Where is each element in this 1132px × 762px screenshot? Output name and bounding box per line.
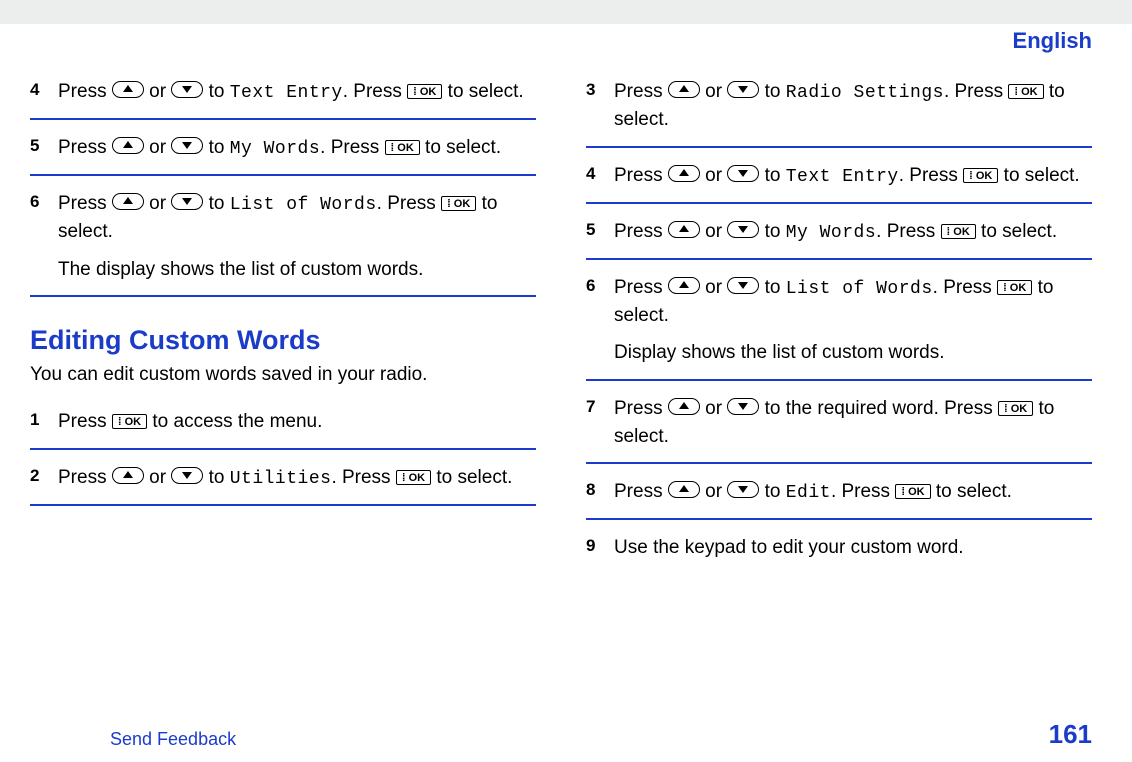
down-arrow-icon bbox=[171, 467, 203, 484]
step-text: Press or to Text Entry. Press ⁞ OK to se… bbox=[614, 162, 1092, 190]
down-arrow-icon bbox=[171, 193, 203, 210]
menu-item: My Words bbox=[230, 139, 320, 159]
step-row: 8 Press or to Edit. Press ⁞ OK to select… bbox=[586, 464, 1092, 520]
ok-button-icon: ⁞ OK bbox=[441, 196, 476, 211]
step-row: 5 Press or to My Words. Press ⁞ OK to se… bbox=[586, 204, 1092, 260]
step-row: 7 Press or to the required word. Press ⁞… bbox=[586, 381, 1092, 464]
page-number: 161 bbox=[1049, 719, 1092, 750]
up-arrow-icon bbox=[112, 193, 144, 210]
down-arrow-icon bbox=[727, 81, 759, 98]
step-text: Press ⁞ OK to access the menu. bbox=[58, 408, 536, 436]
step-number: 7 bbox=[586, 395, 614, 450]
step-number: 6 bbox=[30, 190, 58, 283]
right-column: 3 Press or to Radio Settings. Press ⁞ OK… bbox=[586, 64, 1092, 574]
down-arrow-icon bbox=[727, 277, 759, 294]
up-arrow-icon bbox=[668, 221, 700, 238]
ok-button-icon: ⁞ OK bbox=[407, 84, 442, 99]
step-text: Use the keypad to edit your custom word. bbox=[614, 534, 1092, 562]
up-arrow-icon bbox=[668, 398, 700, 415]
up-arrow-icon bbox=[112, 137, 144, 154]
ok-button-icon: ⁞ OK bbox=[1008, 84, 1043, 99]
up-arrow-icon bbox=[112, 81, 144, 98]
up-arrow-icon bbox=[112, 467, 144, 484]
step-row: 4 Press or to Text Entry. Press ⁞ OK to … bbox=[30, 64, 536, 120]
ok-button-icon: ⁞ OK bbox=[998, 401, 1033, 416]
down-arrow-icon bbox=[171, 81, 203, 98]
step-row: 3 Press or to Radio Settings. Press ⁞ OK… bbox=[586, 64, 1092, 148]
step-number: 6 bbox=[586, 274, 614, 367]
down-arrow-icon bbox=[171, 137, 203, 154]
step-text: Press or to Text Entry. Press ⁞ OK to se… bbox=[58, 78, 536, 106]
section-intro: You can edit custom words saved in your … bbox=[30, 364, 536, 386]
step-extra: The display shows the list of custom wor… bbox=[58, 256, 536, 284]
up-arrow-icon bbox=[668, 277, 700, 294]
step-text: Press or to Radio Settings. Press ⁞ OK t… bbox=[614, 78, 1092, 134]
step-row: 6 Press or to List of Words. Press ⁞ OK … bbox=[30, 176, 536, 297]
step-text: Press or to List of Words. Press ⁞ OK to… bbox=[58, 190, 536, 283]
step-text: Press or to Edit. Press ⁞ OK to select. bbox=[614, 478, 1092, 506]
step-extra: Display shows the list of custom words. bbox=[614, 339, 1092, 367]
step-row: 4 Press or to Text Entry. Press ⁞ OK to … bbox=[586, 148, 1092, 204]
step-number: 2 bbox=[30, 464, 58, 492]
ok-button-icon: ⁞ OK bbox=[112, 414, 147, 429]
menu-item: Text Entry bbox=[230, 83, 343, 103]
step-text: Press or to the required word. Press ⁞ O… bbox=[614, 395, 1092, 450]
page-footer: Send Feedback 161 bbox=[0, 719, 1132, 750]
up-arrow-icon bbox=[668, 481, 700, 498]
down-arrow-icon bbox=[727, 398, 759, 415]
step-number: 5 bbox=[30, 134, 58, 162]
menu-item: Edit bbox=[786, 483, 831, 503]
step-number: 3 bbox=[586, 78, 614, 134]
step-row: 1 Press ⁞ OK to access the menu. bbox=[30, 394, 536, 450]
up-arrow-icon bbox=[668, 165, 700, 182]
menu-item: List of Words bbox=[786, 279, 933, 299]
language-label: English bbox=[0, 24, 1132, 54]
page-content: 4 Press or to Text Entry. Press ⁞ OK to … bbox=[0, 54, 1132, 574]
left-column: 4 Press or to Text Entry. Press ⁞ OK to … bbox=[30, 64, 536, 574]
ok-button-icon: ⁞ OK bbox=[997, 280, 1032, 295]
window-chrome bbox=[0, 0, 1132, 24]
step-number: 9 bbox=[586, 534, 614, 562]
down-arrow-icon bbox=[727, 481, 759, 498]
send-feedback-link[interactable]: Send Feedback bbox=[110, 729, 236, 750]
ok-button-icon: ⁞ OK bbox=[396, 470, 431, 485]
step-row: 6 Press or to List of Words. Press ⁞ OK … bbox=[586, 260, 1092, 381]
step-text: Press or to List of Words. Press ⁞ OK to… bbox=[614, 274, 1092, 367]
step-text: Press or to My Words. Press ⁞ OK to sele… bbox=[614, 218, 1092, 246]
up-arrow-icon bbox=[668, 81, 700, 98]
menu-item: Utilities bbox=[230, 469, 332, 489]
menu-item: Text Entry bbox=[786, 167, 899, 187]
step-row: 9 Use the keypad to edit your custom wor… bbox=[586, 520, 1092, 574]
section-heading: Editing Custom Words bbox=[30, 325, 536, 356]
step-number: 4 bbox=[586, 162, 614, 190]
ok-button-icon: ⁞ OK bbox=[895, 484, 930, 499]
menu-item: Radio Settings bbox=[786, 83, 944, 103]
step-text: Press or to Utilities. Press ⁞ OK to sel… bbox=[58, 464, 536, 492]
menu-item: My Words bbox=[786, 223, 876, 243]
step-text: Press or to My Words. Press ⁞ OK to sele… bbox=[58, 134, 536, 162]
step-number: 1 bbox=[30, 408, 58, 436]
menu-item: List of Words bbox=[230, 195, 377, 215]
step-number: 8 bbox=[586, 478, 614, 506]
down-arrow-icon bbox=[727, 221, 759, 238]
step-row: 5 Press or to My Words. Press ⁞ OK to se… bbox=[30, 120, 536, 176]
ok-button-icon: ⁞ OK bbox=[385, 140, 420, 155]
step-row: 2 Press or to Utilities. Press ⁞ OK to s… bbox=[30, 450, 536, 506]
down-arrow-icon bbox=[727, 165, 759, 182]
step-number: 4 bbox=[30, 78, 58, 106]
ok-button-icon: ⁞ OK bbox=[941, 224, 976, 239]
step-number: 5 bbox=[586, 218, 614, 246]
ok-button-icon: ⁞ OK bbox=[963, 168, 998, 183]
